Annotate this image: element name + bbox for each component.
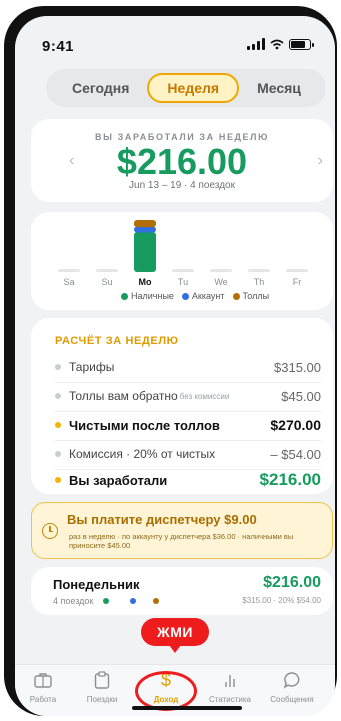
calc-note: без комиссии: [179, 391, 230, 401]
calc-value: $315.00: [274, 359, 321, 375]
earnings-card: ‹ › ВЫ ЗАРАБОТАЛИ ЗА НЕДЕЛЮ $216.00 Jun …: [31, 119, 333, 202]
weekly-bar-chart: Sa Su Mo Tu We Th Fr: [58, 220, 308, 287]
status-time: 9:41: [42, 38, 75, 55]
calc-label: Вы заработали: [69, 472, 168, 488]
tab-trips[interactable]: Поездки: [70, 669, 134, 704]
bullet-icon: [55, 393, 61, 399]
chevron-right-icon[interactable]: ›: [318, 152, 323, 170]
x-tick-label: Sa: [63, 277, 74, 287]
calc-row-commission: Комиссия · 20% от чистых – $54.00: [55, 445, 321, 463]
bullet-icon: [55, 477, 61, 483]
day-summary-row[interactable]: Понедельник 4 поездок $216.00 $315.00 · …: [31, 567, 333, 615]
calc-value: – $54.00: [270, 446, 321, 462]
calc-row-tolls: Толлы вам обратно без комиссии $45.00: [55, 387, 321, 405]
chevron-left-icon[interactable]: ‹: [69, 152, 74, 170]
clock-icon: [42, 523, 58, 539]
clipboard-icon: [94, 671, 110, 689]
legend-label: Толлы: [242, 291, 270, 301]
phone-frame: 9:41 Сегодня Неделя Месяц ‹ › ВЫ ЗАРАБОТ…: [4, 6, 337, 716]
x-tick-label: Tu: [178, 277, 188, 287]
bullet-icon: [55, 451, 61, 457]
x-tick-label: Th: [254, 277, 265, 287]
tab-label: Сообщения: [270, 695, 314, 704]
period-segmented-control: Сегодня Неделя Месяц: [46, 69, 326, 107]
calc-label: Толлы вам обратно: [69, 389, 178, 403]
legend-item-account: Аккаунт: [181, 291, 225, 301]
weekly-chart-card: Sa Su Mo Tu We Th Fr Наличные Аккаунт Толлы: [31, 212, 333, 310]
bar-empty-we: [210, 269, 232, 272]
calc-value: $270.00: [270, 417, 321, 433]
day-amount: $216.00: [263, 574, 321, 591]
bar-segment-mo-1: [134, 226, 156, 233]
calc-value: $45.00: [281, 388, 321, 404]
divider: [55, 440, 321, 441]
tab-today[interactable]: Сегодня: [54, 73, 147, 103]
bar-segment-mo-0: [134, 232, 156, 272]
day-trips: 4 поездок: [53, 596, 94, 606]
day-detail: $315.00 · 20% $54.00: [242, 596, 321, 605]
dispatcher-notice: Вы платите диспетчеру $9.00 раз в неделю…: [31, 502, 333, 559]
bullet-icon: [55, 422, 61, 428]
x-tick-label: Mo: [139, 277, 152, 287]
divider: [55, 382, 321, 383]
legend-label: Аккаунт: [191, 291, 225, 301]
divider: [55, 411, 321, 412]
calc-row-fares: Тарифы $315.00: [55, 358, 321, 376]
legend-label: Наличные: [131, 291, 174, 301]
tolls-dot-icon: [153, 598, 159, 604]
bar-empty-fr: [286, 269, 308, 272]
bar-empty-sa: [58, 269, 80, 272]
legend-item-cash: Наличные: [121, 291, 174, 301]
dispatcher-note: раз в неделю · по аккаунту у диспетчера …: [69, 532, 294, 550]
legend-swatch: [121, 293, 128, 301]
status-indicators: [247, 38, 314, 50]
tab-label: Статистика: [208, 695, 251, 704]
calc-value: $216.00: [259, 470, 321, 489]
briefcase-icon: [34, 673, 52, 688]
wifi-icon: [270, 39, 284, 49]
calc-header: РАСЧЁТ ЗА НЕДЕЛЮ: [55, 335, 179, 347]
earnings-amount: $216.00: [116, 141, 248, 182]
calc-label: Тарифы: [69, 360, 115, 374]
x-tick-label: Su: [101, 277, 112, 287]
tab-month[interactable]: Месяц: [239, 73, 319, 103]
calc-row-earned: Вы заработали $216.00: [55, 470, 321, 489]
tab-label: Работа: [29, 695, 57, 704]
account-dot-icon: [130, 598, 136, 604]
legend-item-tolls: Толлы: [232, 291, 270, 301]
tab-messages[interactable]: Сообщения: [260, 669, 324, 704]
tab-statistics[interactable]: Статистика: [198, 669, 262, 704]
tab-label: Поездки: [86, 695, 118, 704]
calc-row-net: Чистыми после толлов $270.00: [55, 416, 321, 434]
press-here-callout: ЖМИ: [141, 618, 209, 653]
cash-dot-icon: [103, 598, 109, 604]
day-name: Понедельник: [53, 577, 140, 592]
bar-empty-th: [248, 269, 270, 272]
bar-empty-su: [96, 269, 118, 272]
x-tick-label: We: [214, 277, 227, 287]
chart-legend: Наличные Аккаунт Толлы: [121, 291, 269, 301]
earnings-range: Jun 13 – 19 · 4 поездок: [129, 180, 235, 191]
status-bar: 9:41: [15, 16, 335, 60]
tab-week[interactable]: Неделя: [147, 73, 240, 103]
dispatcher-title: Вы платите диспетчеру $9.00: [67, 512, 257, 527]
battery-icon: [289, 38, 314, 50]
legend-swatch: [232, 293, 240, 301]
home-indicator: [132, 706, 242, 710]
bar-chart-icon: [225, 675, 235, 687]
tab-work[interactable]: Работа: [15, 669, 75, 704]
x-tick-label: Fr: [293, 277, 302, 287]
bar-segment-mo-2: [134, 220, 156, 228]
legend-swatch: [181, 293, 189, 301]
bullet-icon: [55, 364, 61, 370]
app-screen: 9:41 Сегодня Неделя Месяц ‹ › ВЫ ЗАРАБОТ…: [15, 16, 335, 716]
calc-label: Чистыми после толлов: [69, 417, 220, 433]
calc-label: Комиссия · 20% от чистых: [69, 447, 216, 461]
bar-empty-tu: [172, 269, 194, 272]
signal-icon: [247, 38, 265, 50]
weekly-calculation-card: РАСЧЁТ ЗА НЕДЕЛЮ Тарифы $315.00 Толлы ва…: [31, 318, 333, 494]
highlight-ring: [135, 671, 197, 711]
chat-bubble-icon: [283, 672, 300, 689]
